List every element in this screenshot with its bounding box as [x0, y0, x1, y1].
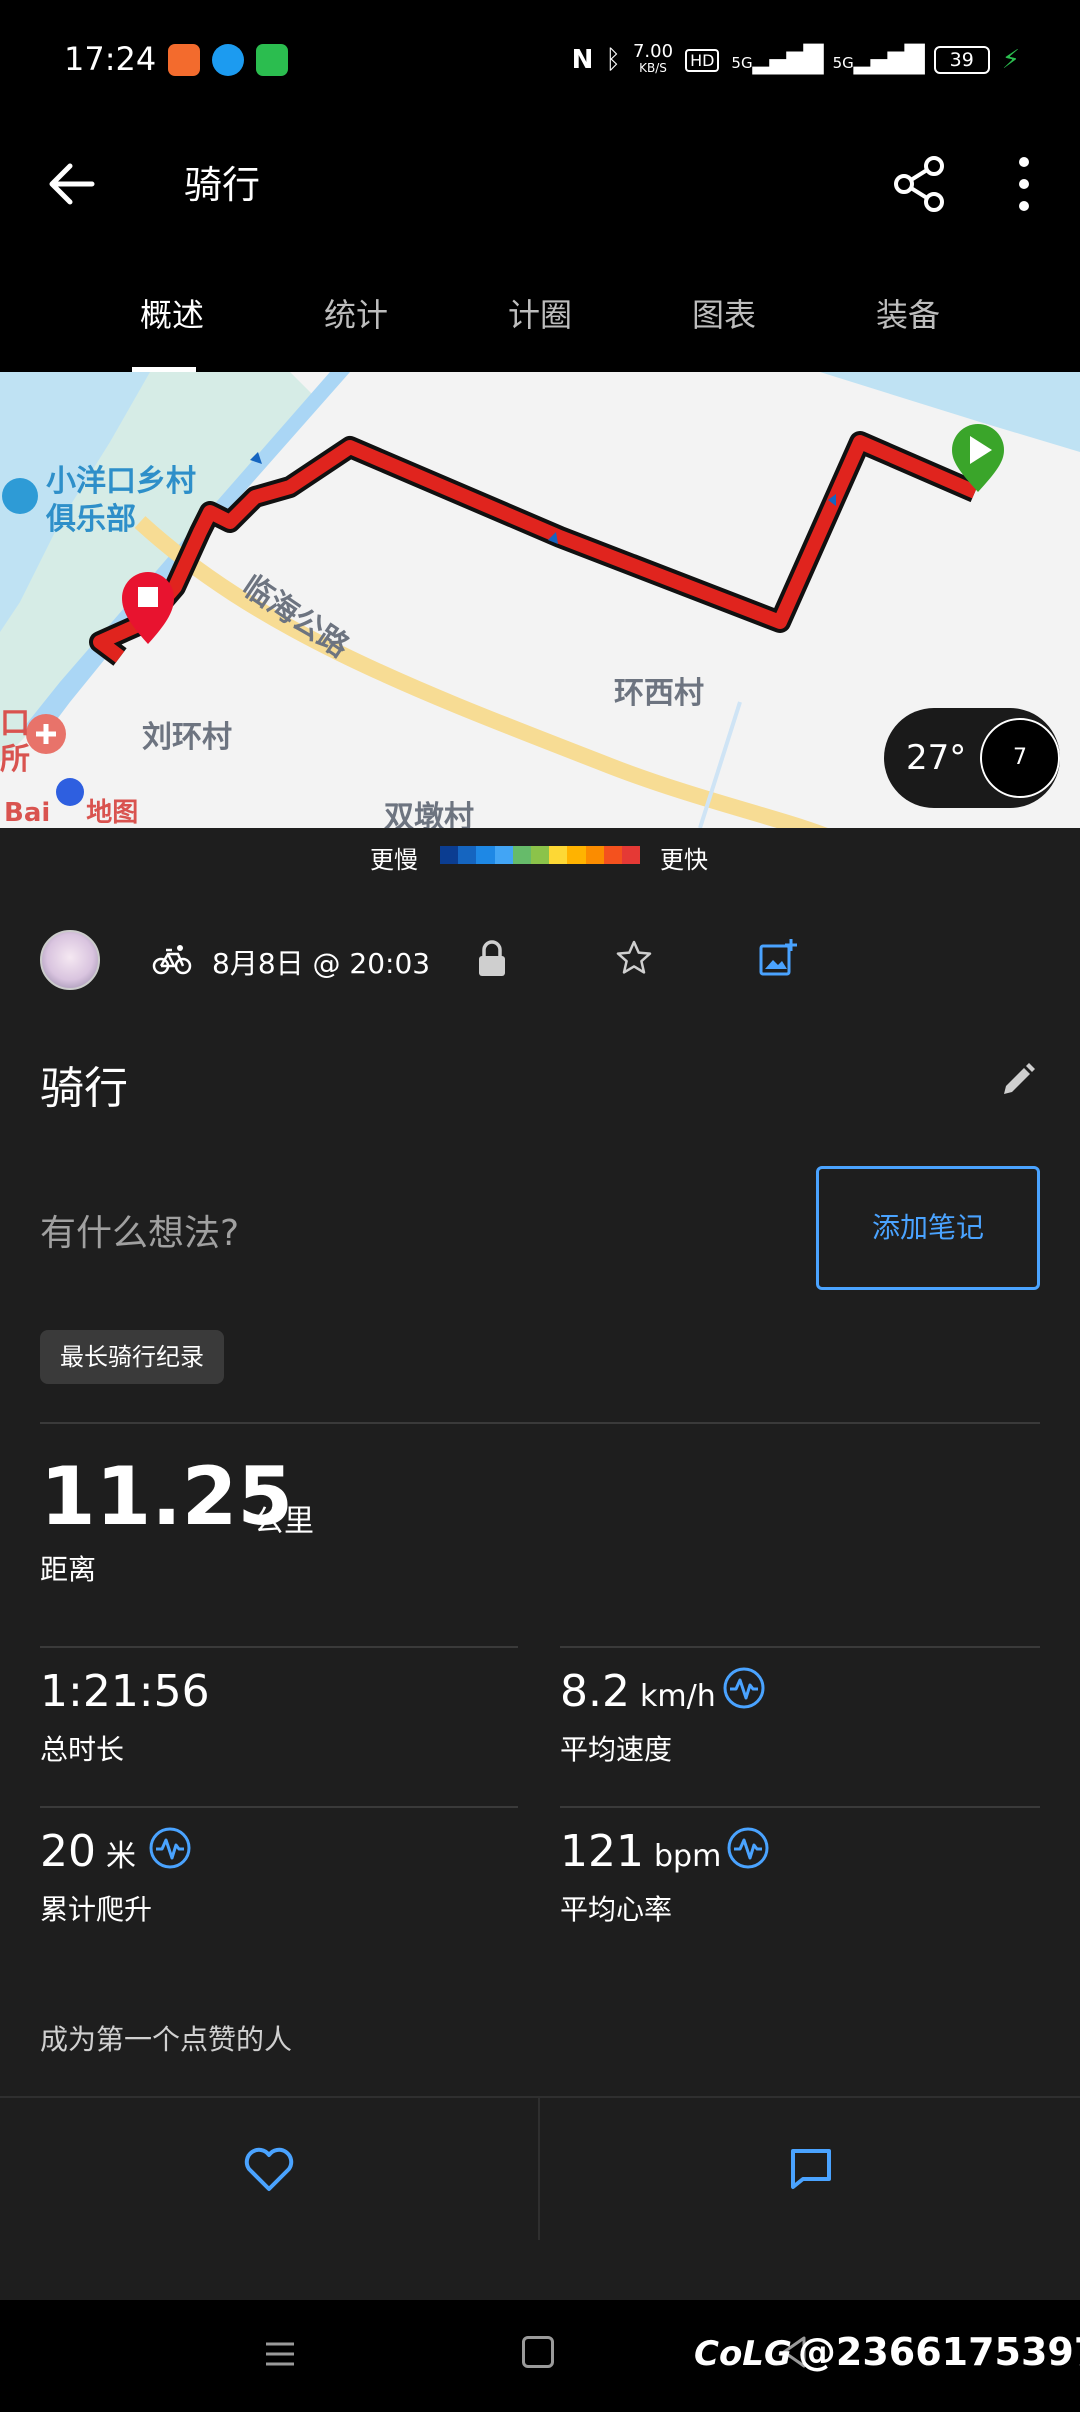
share-icon	[894, 156, 944, 212]
avatar[interactable]	[40, 930, 100, 990]
hd-icon: HD	[685, 48, 720, 72]
avg-speed-label: 平均速度	[560, 1733, 673, 1766]
tab-stats[interactable]: 统计	[264, 248, 448, 372]
elevation-label: 累计爬升	[40, 1893, 153, 1926]
status-time: 17:24	[64, 40, 157, 78]
like-button[interactable]	[0, 2098, 540, 2240]
qq-notification-icon	[212, 44, 244, 76]
divider	[40, 1422, 1040, 1424]
edit-icon[interactable]	[998, 1060, 1038, 1100]
tab-charts[interactable]: 图表	[632, 248, 816, 372]
lock-icon[interactable]	[474, 938, 510, 980]
legend-color-segment	[603, 846, 622, 864]
weather-temperature: 27°	[906, 738, 967, 778]
legend-color-segment	[512, 846, 531, 864]
avg-speed-value: 8.2 km/h	[560, 1666, 716, 1717]
heart-rate-label: 平均心率	[560, 1893, 673, 1926]
duration-label: 总时长	[40, 1733, 125, 1766]
duration-value: 1:21:56	[40, 1666, 210, 1717]
more-options-button[interactable]	[992, 148, 1056, 220]
tab-laps[interactable]: 计圈	[448, 248, 632, 372]
speed-legend: 更慢 更快	[0, 828, 1080, 884]
legend-color-bar	[440, 846, 641, 864]
divider	[40, 1646, 518, 1648]
signal-5g-2-icon: 5G▂▄▆█	[832, 45, 925, 75]
elevation-value: 20 米	[40, 1826, 136, 1877]
wind-dial-icon: 7	[980, 718, 1060, 798]
legend-color-segment	[458, 846, 477, 864]
add-photo-icon[interactable]	[756, 936, 800, 980]
comment-icon	[791, 2149, 831, 2189]
tab-gear[interactable]: 装备	[816, 248, 1000, 372]
charging-icon: ⚡	[1001, 45, 1020, 75]
watermark: CoLG @2366175397	[694, 2330, 1080, 2374]
heart-icon	[244, 2147, 294, 2191]
map-label-village1b: 俱乐部	[46, 502, 136, 537]
map-baidu-text: Bai 地图	[4, 798, 139, 828]
activity-date: 8月8日 @ 20:03	[212, 947, 431, 980]
back-button[interactable]	[40, 152, 104, 216]
map-label-shuangdun: 双墩村	[384, 800, 474, 828]
app-notification-icon	[168, 44, 200, 76]
status-bar: 17:24 N ᛒ 7.00 KB/S HD 5G▂▄▆█ 5G▂▄▆█ 39 ⚡	[0, 0, 1080, 124]
star-icon[interactable]	[614, 938, 654, 978]
legend-color-segment	[567, 846, 586, 864]
nfc-icon: N	[571, 45, 594, 75]
activity-title: 骑行	[40, 1063, 128, 1114]
message-notification-icon	[256, 44, 288, 76]
colg-logo: CoLG	[694, 2334, 792, 2374]
legend-color-segment	[621, 846, 641, 864]
heart-rate-value: 121 bpm	[560, 1826, 722, 1877]
achievement-badge[interactable]: 最长骑行纪录	[40, 1330, 224, 1384]
app-bar: 骑行	[0, 124, 1080, 248]
legend-color-segment	[549, 846, 568, 864]
pulse-analysis-icon[interactable]	[148, 1826, 192, 1870]
activity-panel: 8月8日 @ 20:03 骑行 有什么想法? 添加笔记 最长骑行纪录 11.25…	[0, 884, 1080, 2300]
legend-fast-label: 更快	[660, 846, 708, 874]
tab-overview[interactable]: 概述	[80, 248, 264, 372]
tab-bar: 概述 统计 计圈 图表 装备	[0, 248, 1080, 372]
divider	[40, 1806, 518, 1808]
status-indicators: N ᛒ 7.00 KB/S HD 5G▂▄▆█ 5G▂▄▆█ 39 ⚡	[571, 41, 1020, 76]
arrow-left-icon	[49, 163, 95, 205]
page-title: 骑行	[184, 163, 261, 207]
add-note-button[interactable]: 添加笔记	[816, 1166, 1040, 1290]
home-icon[interactable]	[522, 2336, 554, 2368]
recent-apps-icon[interactable]	[262, 2336, 298, 2372]
map-label-huanxi: 环西村	[614, 676, 704, 711]
battery-icon: 39	[933, 46, 990, 74]
legend-color-segment	[476, 846, 495, 864]
legend-color-segment	[494, 846, 513, 864]
bluetooth-icon: ᛒ	[605, 45, 621, 75]
legend-color-segment	[530, 846, 550, 864]
pulse-analysis-icon[interactable]	[726, 1826, 770, 1870]
signal-5g-icon: 5G▂▄▆█	[731, 45, 823, 75]
poi-icon	[2, 478, 38, 514]
thoughts-input[interactable]: 有什么想法?	[40, 1204, 239, 1256]
pulse-analysis-icon[interactable]	[722, 1666, 766, 1710]
route-map[interactable]: 小洋口乡村 俱乐部 临海公路 环西村 刘环村 双墩村 口 所 Bai 地图 27°…	[0, 372, 1080, 828]
more-vertical-icon	[1019, 157, 1029, 211]
distance-label: 距离	[40, 1553, 97, 1586]
activity-meta-row: 8月8日 @ 20:03	[0, 920, 1080, 1000]
map-label-liuhuan: 刘环村	[142, 720, 232, 755]
share-button[interactable]	[888, 148, 952, 220]
divider	[560, 1646, 1040, 1648]
divider	[560, 1806, 1040, 1808]
comment-button[interactable]	[542, 2098, 1080, 2240]
distance-unit: 公里	[254, 1504, 314, 1539]
notification-icons	[168, 44, 288, 76]
system-nav-bar: CoLG @2366175397	[0, 2300, 1080, 2412]
weather-widget: 27° 7	[884, 708, 1060, 808]
kudos-prompt: 成为第一个点赞的人	[40, 2023, 293, 2056]
legend-color-segment	[440, 846, 459, 864]
bike-icon	[152, 945, 192, 975]
action-bar	[0, 2096, 1080, 2240]
legend-slow-label: 更慢	[370, 846, 418, 874]
map-label-edge2: 所	[0, 742, 30, 777]
network-speed: 7.00 KB/S	[632, 41, 674, 76]
legend-color-segment	[585, 846, 604, 864]
